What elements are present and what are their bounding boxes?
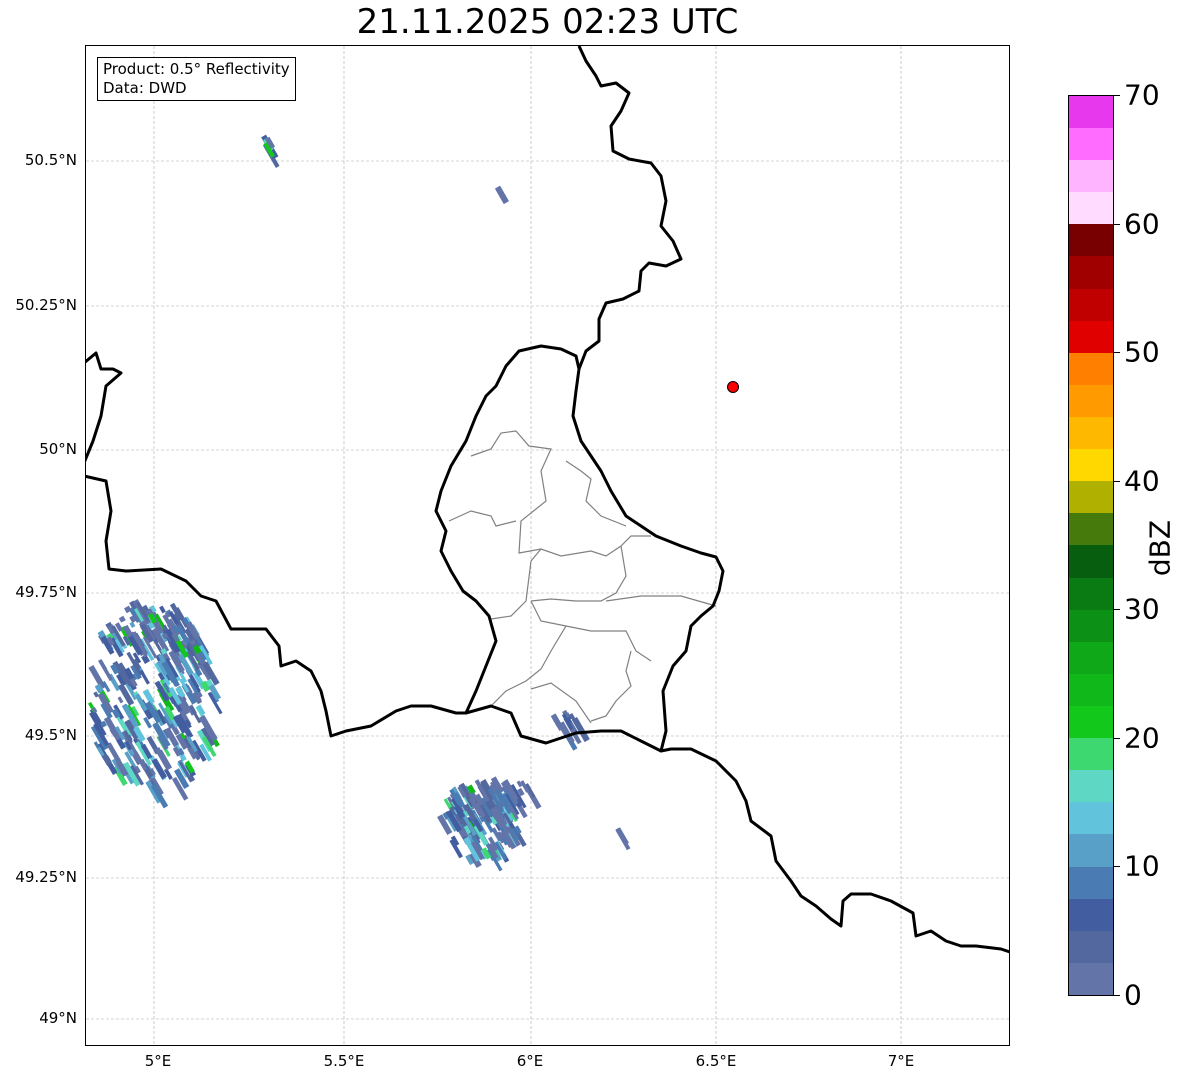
colorbar-tick: 10 xyxy=(1124,849,1160,883)
colorbar-band xyxy=(1069,160,1113,193)
lon-tick: 7°E xyxy=(887,1052,915,1070)
colorbar-band xyxy=(1069,802,1113,835)
colorbar-band xyxy=(1069,192,1113,225)
colorbar-label: dBZ xyxy=(1143,519,1177,577)
colorbar-band xyxy=(1069,320,1113,353)
lon-tick: 6.5°E xyxy=(695,1052,737,1070)
colorbar-band xyxy=(1069,352,1113,385)
colorbar-band xyxy=(1069,545,1113,578)
lon-tick: 5.5°E xyxy=(323,1052,365,1070)
colorbar-band xyxy=(1069,95,1113,129)
gridlines xyxy=(86,46,1009,1045)
data-source-label: Data: DWD xyxy=(103,79,187,97)
colorbar-tick: 50 xyxy=(1124,335,1160,369)
colorbar-tick: 40 xyxy=(1124,464,1160,498)
radar-echoes xyxy=(88,134,631,872)
colorbar-band xyxy=(1069,673,1113,707)
radar-map[interactable] xyxy=(85,45,1010,1046)
colorbar-tick-mark xyxy=(1114,480,1120,482)
colorbar xyxy=(1068,95,1114,996)
colorbar-band xyxy=(1069,641,1113,674)
radar-site-marker xyxy=(727,381,739,393)
lat-tick: 50.25°N xyxy=(15,296,77,314)
colorbar-tick: 20 xyxy=(1124,721,1160,755)
colorbar-band xyxy=(1069,930,1113,963)
colorbar-tick: 30 xyxy=(1124,592,1160,626)
colorbar-band xyxy=(1069,834,1113,867)
lat-tick: 49.5°N xyxy=(24,726,77,744)
radar-echo xyxy=(117,696,124,704)
colorbar-band xyxy=(1069,384,1113,418)
colorbar-band xyxy=(1069,738,1113,771)
colorbar-tick: 70 xyxy=(1124,78,1160,112)
colorbar-tick: 0 xyxy=(1124,978,1142,1012)
radar-echo xyxy=(159,605,166,614)
lat-tick: 49.25°N xyxy=(15,868,77,886)
colorbar-band xyxy=(1069,962,1113,995)
colorbar-band xyxy=(1069,898,1113,931)
product-label: Product: 0.5° Reflectivity xyxy=(103,60,290,78)
info-box: Product: 0.5° Reflectivity Data: DWD xyxy=(97,57,296,101)
colorbar-band xyxy=(1069,513,1113,546)
radar-echo xyxy=(615,828,631,851)
luxembourg-canton-borders xyxy=(448,430,717,724)
colorbar-band xyxy=(1069,866,1113,899)
colorbar-band xyxy=(1069,256,1113,289)
colorbar-tick-mark xyxy=(1114,995,1120,996)
colorbar-band xyxy=(1069,128,1113,161)
colorbar-tick: 60 xyxy=(1124,207,1160,241)
lon-tick: 6°E xyxy=(516,1052,544,1070)
radar-echo xyxy=(118,615,126,623)
colorbar-band xyxy=(1069,449,1113,482)
colorbar-band xyxy=(1069,706,1113,739)
lat-tick: 49°N xyxy=(39,1009,77,1027)
colorbar-band xyxy=(1069,577,1113,610)
colorbar-band xyxy=(1069,288,1113,321)
lat-tick: 50.5°N xyxy=(24,151,77,169)
colorbar-band xyxy=(1069,609,1113,642)
colorbar-tick-mark xyxy=(1114,737,1120,739)
colorbar-tick-mark xyxy=(1114,866,1120,868)
lat-tick: 50°N xyxy=(39,440,77,458)
colorbar-tick-mark xyxy=(1114,95,1120,96)
country-borders xyxy=(86,46,1009,954)
colorbar-tick-mark xyxy=(1114,223,1120,225)
colorbar-band xyxy=(1069,417,1113,450)
map-title: 21.11.2025 02:23 UTC xyxy=(356,2,739,42)
lon-tick: 5°E xyxy=(144,1052,172,1070)
map-canvas xyxy=(86,46,1009,1045)
colorbar-tick-mark xyxy=(1114,352,1120,354)
colorbar-band xyxy=(1069,224,1113,257)
radar-echo xyxy=(143,716,153,729)
radar-echo xyxy=(495,187,509,204)
colorbar-band xyxy=(1069,481,1113,514)
lat-tick: 49.75°N xyxy=(15,583,77,601)
colorbar-band xyxy=(1069,770,1113,803)
colorbar-tick-mark xyxy=(1114,609,1120,611)
